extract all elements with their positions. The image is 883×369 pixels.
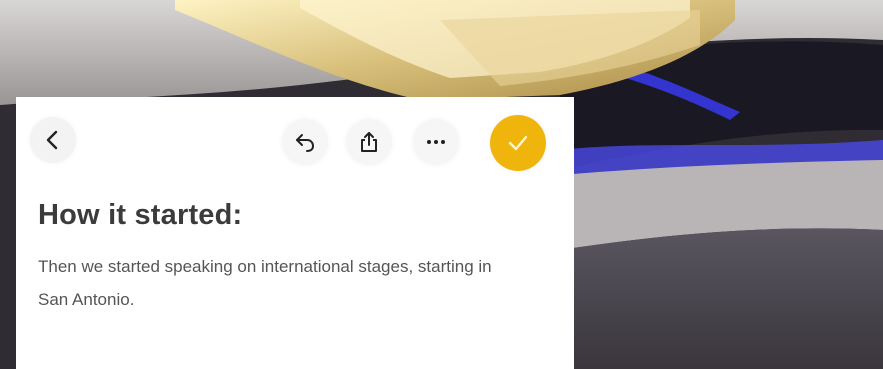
ellipsis-icon [427, 140, 445, 144]
back-button[interactable] [30, 117, 76, 163]
note-body[interactable]: Then we started speaking on internationa… [38, 250, 518, 316]
done-button[interactable] [490, 115, 546, 171]
checkmark-icon [508, 135, 528, 151]
undo-icon [296, 134, 315, 152]
note-panel: How it started: Then we started speaking… [16, 97, 574, 369]
more-button[interactable] [413, 119, 459, 165]
share-icon [361, 132, 377, 152]
note-heading[interactable]: How it started: [38, 199, 242, 232]
undo-button[interactable] [282, 119, 328, 165]
share-button[interactable] [346, 119, 392, 165]
chevron-left-icon [46, 130, 58, 150]
